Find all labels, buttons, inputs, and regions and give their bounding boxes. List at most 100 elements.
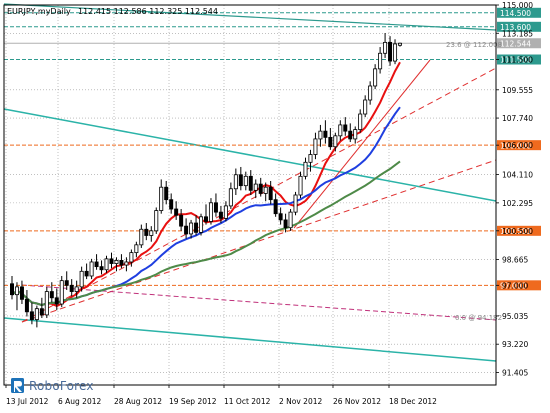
candle-body xyxy=(124,261,129,266)
y-tick-label: 98.665 xyxy=(502,255,528,264)
candle-body xyxy=(129,252,134,263)
candle-body xyxy=(253,183,258,191)
y-tick-label: 115.000 xyxy=(502,1,533,10)
candle-body xyxy=(184,225,189,235)
x-tick-label: 18 Dec 2012 xyxy=(389,397,437,406)
candle-body xyxy=(164,186,169,201)
candle-body xyxy=(397,42,402,46)
candle-body xyxy=(388,41,393,62)
y-tick-label: 104.110 xyxy=(502,171,533,180)
candle-body xyxy=(189,222,194,235)
fib-label: 0.0 @ 94.182 xyxy=(455,314,502,322)
candle-body xyxy=(119,260,124,266)
candle-body xyxy=(114,260,119,264)
candle-body xyxy=(258,183,263,194)
y-tick-label: 97.000 xyxy=(502,281,528,290)
candle-body xyxy=(203,216,208,222)
x-tick-label: 19 Sep 2012 xyxy=(169,397,217,406)
candle-body xyxy=(54,297,59,305)
x-tick-label: 28 Aug 2012 xyxy=(114,397,162,406)
candle-body xyxy=(348,130,353,140)
candle-body xyxy=(238,174,243,187)
brand-name: RoboForex xyxy=(29,379,94,393)
candle-body xyxy=(154,210,159,232)
candle-body xyxy=(228,188,233,207)
candle-body xyxy=(368,85,373,101)
candle-body xyxy=(39,308,44,316)
y-tick-label: 100.500 xyxy=(502,227,533,236)
candle xyxy=(199,213,204,236)
candle-body xyxy=(134,244,139,254)
candle-body xyxy=(19,286,24,300)
candle-body xyxy=(24,298,29,313)
candle xyxy=(89,258,94,280)
candle-body xyxy=(323,130,328,138)
level-label-text: 112.544 xyxy=(500,39,531,48)
x-tick-label: 11 Oct 2012 xyxy=(224,397,271,406)
x-tick-label: 2 Nov 2012 xyxy=(279,397,322,406)
candle-body xyxy=(328,136,333,148)
candle-body xyxy=(194,222,199,233)
chart-ohlc-readout: 112.415 112.586 112.325 112.544 xyxy=(78,7,218,16)
level-label-text: 114.500 xyxy=(500,9,531,18)
candle-body xyxy=(288,211,293,229)
candle-body xyxy=(84,270,89,277)
y-tick-label: 107.740 xyxy=(502,114,533,123)
candle-body xyxy=(74,286,79,292)
candle-body xyxy=(79,270,84,288)
fib-label: 23.6 @ 112.008 xyxy=(446,41,502,49)
candle xyxy=(293,191,298,216)
y-tick-label: 109.555 xyxy=(502,86,533,95)
candle-body xyxy=(159,186,164,211)
candle-body xyxy=(243,175,248,187)
x-tick-label: 6 Aug 2012 xyxy=(58,397,101,406)
candle-body xyxy=(333,135,338,148)
x-tick-label: 13 Jul 2012 xyxy=(6,397,49,406)
candle-body xyxy=(14,286,19,296)
y-tick-label: 102.295 xyxy=(502,199,533,208)
candle-body xyxy=(223,205,228,219)
candle-body xyxy=(378,52,383,70)
candle-body xyxy=(343,124,348,132)
candle-body xyxy=(303,161,308,177)
candle-body xyxy=(338,124,343,137)
candle-body xyxy=(353,129,358,140)
candle-body xyxy=(64,280,69,286)
candle-body xyxy=(308,154,313,163)
brand-logo: RoboForex xyxy=(10,376,94,396)
candle-body xyxy=(144,228,149,236)
chart-symbol-label: EURJPY,myDaily xyxy=(7,7,71,16)
candle-body xyxy=(89,261,94,277)
price-chart[interactable]: 114.500113.600112.544111.500106.000100.5… xyxy=(0,0,550,413)
roboforex-logo-icon xyxy=(11,378,24,393)
candle-body xyxy=(29,311,34,320)
candle-body xyxy=(248,175,253,191)
candle xyxy=(288,209,293,231)
candle-body xyxy=(179,214,184,227)
candle-body xyxy=(358,113,363,130)
candle-body xyxy=(139,228,144,246)
candle-body xyxy=(393,43,398,62)
candle-body xyxy=(263,186,268,194)
y-tick-label: 111.500 xyxy=(502,56,533,65)
candle-body xyxy=(283,219,288,229)
candle-body xyxy=(174,208,179,216)
candle-body xyxy=(49,291,54,299)
candle-body xyxy=(104,258,109,271)
candle-body xyxy=(213,202,218,213)
candle-body xyxy=(298,175,303,196)
candle-body xyxy=(373,68,378,87)
candle-body xyxy=(34,308,39,320)
candle-body xyxy=(99,266,104,271)
candle-body xyxy=(293,194,298,213)
candle-body xyxy=(59,280,64,305)
candle-body xyxy=(94,261,99,268)
candle-body xyxy=(318,130,323,140)
candle-body xyxy=(278,213,283,221)
y-tick-label: 91.405 xyxy=(502,368,528,377)
candle-body xyxy=(233,174,238,190)
candle-body xyxy=(109,258,114,264)
candle-body xyxy=(383,41,388,54)
y-tick-label: 106.000 xyxy=(502,141,533,150)
candle-body xyxy=(199,216,204,233)
